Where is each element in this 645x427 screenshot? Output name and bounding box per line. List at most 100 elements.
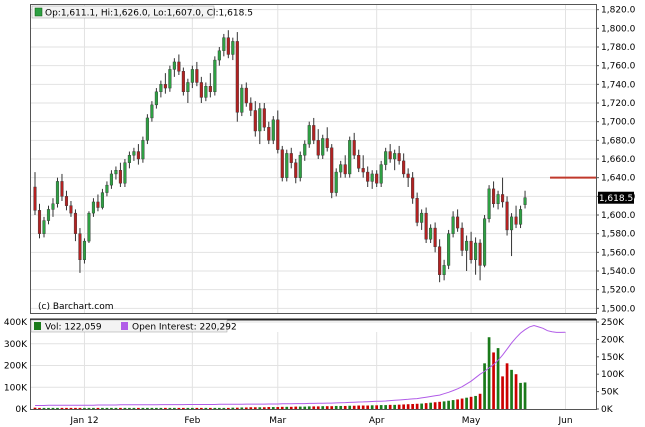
candle-body (285, 153, 289, 178)
candle-body (514, 216, 518, 225)
volume-bar (195, 407, 199, 409)
candle-body (303, 143, 307, 156)
date-tick-label: Feb (184, 416, 200, 426)
volume-bar (496, 348, 500, 409)
candle-body (276, 119, 280, 150)
volume-bar (366, 405, 370, 409)
volume-bar (465, 397, 468, 409)
candle-body (231, 41, 235, 55)
volume-bar (303, 406, 307, 409)
price-tick-label: 1,580.0 (601, 230, 636, 240)
candle-body (487, 188, 491, 219)
volume-bar (191, 407, 194, 409)
candle-body (262, 108, 266, 128)
ohlc-values: Op:1,611.1, Hi:1,626.0, Lo:1,607.0, Cl:1… (45, 9, 253, 19)
candle-body (294, 162, 298, 178)
candle-body (379, 164, 383, 184)
volume-bar (343, 405, 347, 409)
candle-body (474, 242, 478, 260)
candle-body (411, 177, 415, 199)
volume-bar (177, 407, 181, 409)
volume-bar (334, 405, 338, 409)
volume-bar (361, 405, 365, 409)
candle-body (343, 164, 347, 175)
volume-bar (199, 407, 203, 409)
candle-body (60, 181, 64, 197)
volume-bar (415, 403, 419, 409)
volume-bar (217, 407, 221, 409)
candle-body (195, 69, 199, 83)
candle-body (352, 140, 356, 156)
candle-body (258, 108, 262, 132)
candle-body (420, 212, 424, 223)
candle-body (415, 197, 419, 223)
candle-body (51, 203, 55, 210)
date-tick-label: Apr (369, 416, 385, 426)
volume-tick-label: 300K (4, 340, 28, 350)
candle-body (226, 37, 230, 55)
volume-bar (240, 407, 244, 409)
volume-bar (352, 405, 356, 409)
volume-bar (168, 407, 172, 409)
candle-body (334, 171, 338, 193)
candle-body (438, 246, 442, 275)
candle-body (447, 233, 451, 266)
volume-bar (271, 407, 275, 409)
candle-body (298, 155, 302, 178)
candle-body (469, 240, 473, 260)
candle-body (280, 149, 284, 178)
volume-bar (114, 407, 118, 409)
volume-bar (348, 405, 352, 409)
volume-bar (420, 403, 423, 409)
volume-bar (33, 407, 37, 409)
price-tick-label: 1,780.0 (601, 43, 636, 53)
candle-body (397, 153, 401, 162)
candle-body (465, 240, 469, 251)
candle-body (159, 84, 163, 93)
volume-bar (402, 404, 406, 409)
volume-bar (253, 407, 257, 409)
volume-bar (105, 407, 109, 409)
volume-bar (501, 376, 504, 409)
date-tick-label: May (462, 416, 481, 426)
candle-body (204, 85, 208, 98)
volume-bar (87, 407, 91, 409)
volume-bar (155, 407, 158, 409)
volume-bar (375, 405, 379, 409)
candle-body (73, 212, 78, 234)
price-tick-label: 1,680.0 (601, 136, 636, 146)
candle-body (42, 220, 46, 234)
volume-bar (69, 407, 73, 409)
candle-body (105, 184, 109, 193)
volume-bar (357, 405, 361, 409)
volume-bar (294, 406, 298, 409)
candle-body (181, 71, 185, 93)
price-tick-label: 1,700.0 (601, 118, 636, 128)
volume-bar (164, 407, 167, 409)
volume-bar (56, 407, 59, 409)
volume-bar (146, 407, 149, 409)
volume-bar (487, 337, 491, 409)
volume-bar (96, 407, 100, 409)
candle-body (442, 265, 446, 275)
ohlc-legend: Op:1,611.1, Hi:1,626.0, Lo:1,607.0, Cl:1… (31, 5, 253, 19)
candle-body (325, 138, 329, 148)
volume-bar (370, 405, 374, 409)
candle-body (222, 37, 226, 51)
volume-bar (393, 404, 397, 409)
date-tick-label: Mar (269, 416, 286, 426)
volume-bar (474, 395, 477, 409)
candle-body (249, 102, 253, 111)
volume-bar (312, 406, 316, 409)
volume-bar (132, 407, 136, 409)
volume-tick-label: 0K (15, 405, 28, 415)
open-interest-tick-label: 150K (601, 353, 625, 363)
candle-body (460, 227, 464, 251)
volume-bar (42, 407, 46, 409)
open-interest-tick-label: 50K (601, 388, 619, 398)
volume-bar (186, 407, 190, 409)
candle-body (213, 59, 217, 92)
candle-body (55, 181, 60, 204)
candle-body (321, 138, 325, 156)
candle-body (172, 61, 176, 70)
